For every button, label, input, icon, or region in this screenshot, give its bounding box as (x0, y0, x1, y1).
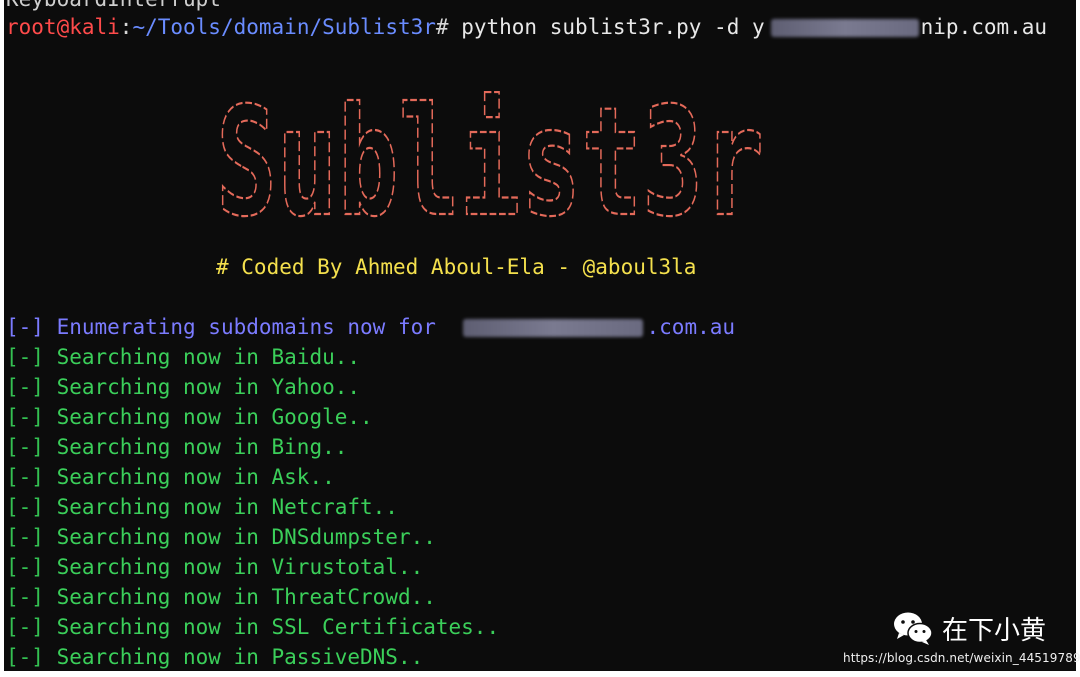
enum-domain-suffix: .com.au (646, 315, 736, 339)
watermark-label: 在下小黄 (942, 615, 1047, 646)
search-bracket: [-] (6, 555, 44, 579)
enum-bracket: [-] (6, 315, 44, 339)
domain-prefix: y (751, 15, 765, 39)
search-line-threatcrowd: [-] Searching now in ThreatCrowd.. (6, 582, 436, 612)
terminal-window[interactable]: KeyboardInterrupt root@kali:~/Tools/doma… (4, 0, 1076, 671)
search-bracket: [-] (6, 645, 44, 669)
search-bracket: [-] (6, 375, 44, 399)
search-line-passivedns: [-] Searching now in PassiveDNS.. (6, 642, 423, 671)
search-text: Searching now in Bing.. (43, 435, 348, 459)
search-text: Searching now in Baidu.. (43, 345, 361, 369)
search-line-dnsdumpster: [-] Searching now in DNSdumpster.. (6, 522, 436, 552)
command-text: python sublist3r.py -d (448, 15, 752, 39)
search-text: Searching now in ThreatCrowd.. (43, 585, 436, 609)
search-bracket: [-] (6, 495, 44, 519)
search-bracket: [-] (6, 345, 44, 369)
prompt-user-host: root@kali (6, 15, 120, 39)
search-line-yahoo: [-] Searching now in Yahoo.. (6, 372, 360, 402)
search-line-netcraft: [-] Searching now in Netcraft.. (6, 492, 398, 522)
search-text: Searching now in Ask.. (43, 465, 335, 489)
search-bracket: [-] (6, 585, 44, 609)
search-line-google: [-] Searching now in Google.. (6, 402, 373, 432)
search-line-ask: [-] Searching now in Ask.. (6, 462, 335, 492)
search-line-ssl: [-] Searching now in SSL Certificates.. (6, 612, 499, 642)
redacted-target-blur (462, 319, 643, 337)
search-text: Searching now in Yahoo.. (43, 375, 361, 399)
domain-suffix: nip.com.au (920, 15, 1048, 39)
enum-text: Enumerating subdomains now for (43, 315, 449, 339)
prompt-separator: : (119, 15, 133, 39)
search-bracket: [-] (6, 525, 44, 549)
banner-outline-text: Sublist3r (216, 90, 764, 230)
sublist3r-ascii-banner: Sublist3r (216, 90, 776, 230)
search-bracket: [-] (6, 405, 44, 429)
search-bracket: [-] (6, 465, 44, 489)
search-text: Searching now in SSL Certificates.. (43, 615, 500, 639)
csdn-source-url: https://blog.csdn.net/weixin_44519789 (843, 651, 1080, 665)
search-text: Searching now in PassiveDNS.. (43, 645, 424, 669)
wechat-watermark: 在下小黄 (892, 608, 1046, 648)
command-prompt-line: root@kali:~/Tools/domain/Sublist3r# pyth… (6, 12, 1047, 42)
search-bracket: [-] (6, 435, 44, 459)
search-text: Searching now in Netcraft.. (43, 495, 398, 519)
prompt-path: ~/Tools/domain/Sublist3r (132, 15, 436, 39)
search-bracket: [-] (6, 615, 44, 639)
enumerating-line: [-] Enumerating subdomains now for .com.… (6, 312, 735, 342)
search-line-baidu: [-] Searching now in Baidu.. (6, 342, 360, 372)
search-text: Searching now in Virustotal.. (43, 555, 424, 579)
search-line-bing: [-] Searching now in Bing.. (6, 432, 347, 462)
screenshot-frame: KeyboardInterrupt root@kali:~/Tools/doma… (0, 0, 1080, 677)
search-line-virustotal: [-] Searching now in Virustotal.. (6, 552, 423, 582)
wechat-icon (894, 612, 933, 645)
search-text: Searching now in Google.. (43, 405, 373, 429)
search-text: Searching now in DNSdumpster.. (43, 525, 436, 549)
credit-line: # Coded By Ahmed Aboul-Ela - @aboul3la (216, 255, 697, 279)
prompt-symbol: # (435, 15, 449, 39)
redacted-domain-blur (770, 19, 919, 37)
